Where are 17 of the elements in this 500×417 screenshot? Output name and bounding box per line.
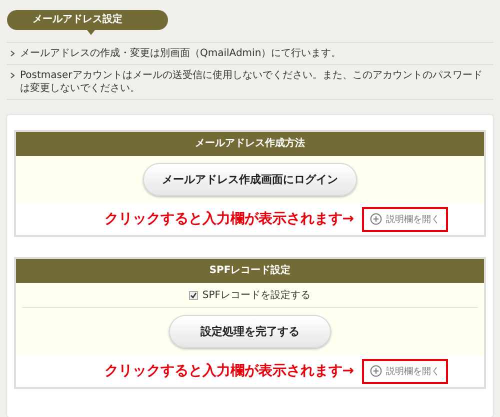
section-heading: メールアドレス設定 (7, 10, 168, 35)
checkbox-label: SPFレコードを設定する (202, 288, 311, 302)
expand-link[interactable]: 説明欄を開く (362, 358, 448, 384)
expand-link[interactable]: 説明欄を開く (362, 206, 448, 232)
plus-circle-icon (370, 365, 382, 377)
annotation-text: クリックすると入力欄が表示されます→ (104, 362, 354, 380)
checkbox[interactable] (189, 290, 198, 300)
action-button[interactable]: 設定処理を完了する (169, 315, 331, 348)
plus-circle-icon (370, 213, 382, 225)
annotation-text: クリックすると入力欄が表示されます→ (104, 210, 354, 228)
action-button[interactable]: メールアドレス作成画面にログイン (143, 163, 357, 196)
section-header: メールアドレス作成方法 (16, 132, 484, 156)
section-header: SPFレコード設定 (16, 259, 484, 283)
chevron-icon (10, 72, 15, 79)
chevron-icon (10, 50, 15, 57)
note-text: メールアドレスの作成・変更は別画面（QmailAdmin）にて行います。 (20, 47, 342, 60)
note-text: Postmaserアカウントはメールの送受信に使用しないでください。また、このアカウントのパスワードは変更しないでください。 (20, 69, 484, 95)
